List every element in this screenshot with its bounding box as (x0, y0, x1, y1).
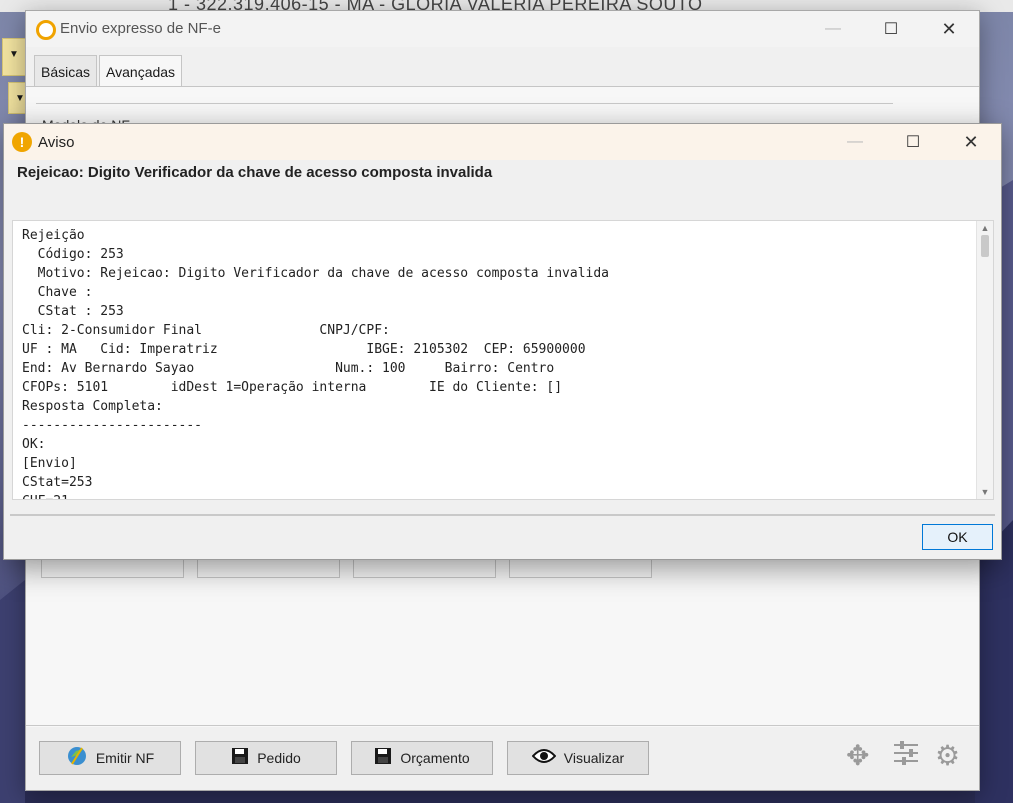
details-textarea[interactable]: Rejeição Código: 253 Motivo: Rejeicao: D… (12, 220, 994, 500)
eye-icon (531, 748, 557, 768)
main-title-bar: Envio expresso de NF-e — ☐ ✕ (26, 11, 979, 47)
dialog-close-button[interactable]: ✕ (942, 124, 1000, 160)
move-icon[interactable]: ✥ (846, 739, 869, 772)
orcamento-button[interactable]: Orçamento (351, 741, 493, 775)
dialog-message: Rejeicao: Digito Verificador da chave de… (17, 164, 493, 181)
visualizar-button[interactable]: Visualizar (507, 741, 649, 775)
tab-divider (26, 86, 979, 87)
minimize-button[interactable]: — (804, 11, 862, 47)
floppy-disk-icon (231, 747, 249, 769)
maximize-button[interactable]: ☐ (862, 11, 920, 47)
background-dropdown-button[interactable]: ▼ (2, 38, 26, 76)
dialog-divider (10, 514, 995, 516)
chevron-down-icon: ▼ (9, 49, 19, 60)
close-icon: ✕ (963, 131, 979, 152)
dialog-title-bar: ! Aviso — ☐ ✕ (4, 124, 1001, 160)
footer-divider (26, 725, 979, 726)
visualizar-label: Visualizar (563, 750, 625, 766)
details-text: Rejeição Código: 253 Motivo: Rejeicao: D… (22, 228, 609, 499)
emit-nf-icon (66, 745, 88, 771)
dialog-maximize-button[interactable]: ☐ (884, 124, 942, 160)
sliders-icon[interactable] (892, 739, 920, 774)
pedido-button[interactable]: Pedido (195, 741, 337, 775)
vertical-scrollbar[interactable]: ▲ ▼ (976, 221, 993, 499)
pedido-label: Pedido (257, 750, 301, 766)
hidden-field (353, 559, 496, 578)
floppy-disk-icon (374, 747, 392, 769)
orcamento-label: Orçamento (400, 750, 470, 766)
main-window-title: Envio expresso de NF-e (60, 20, 221, 37)
dialog-title: Aviso (38, 134, 75, 151)
scroll-thumb[interactable] (981, 235, 989, 257)
chevron-down-icon: ▼ (15, 93, 25, 104)
warning-icon: ! (12, 132, 32, 152)
gear-icon[interactable]: ⚙ (935, 739, 960, 772)
tab-bar: Básicas Avançadas (34, 55, 184, 87)
hidden-field (509, 559, 652, 578)
scroll-down-icon[interactable]: ▼ (977, 485, 993, 499)
hidden-field (197, 559, 340, 578)
app-icon (36, 20, 56, 40)
dialog-minimize-button[interactable]: — (826, 124, 884, 160)
scroll-up-icon[interactable]: ▲ (977, 221, 993, 235)
maximize-icon: ☐ (883, 21, 899, 38)
ok-button[interactable]: OK (922, 524, 993, 550)
tab-basicas[interactable]: Básicas (34, 55, 98, 87)
emitir-nf-button[interactable]: Emitir NF (39, 741, 181, 775)
close-icon: ✕ (941, 18, 957, 39)
close-button[interactable]: ✕ (920, 11, 978, 47)
tab-avancadas[interactable]: Avançadas (99, 55, 183, 87)
maximize-icon: ☐ (905, 134, 921, 151)
minimize-icon: — (825, 20, 841, 37)
minimize-icon: — (847, 133, 863, 150)
section-divider (36, 103, 893, 104)
background-dropdown-button-2[interactable]: ▼ (8, 82, 26, 114)
warning-dialog: ! Aviso — ☐ ✕ Rejeicao: Digito Verificad… (3, 123, 1002, 560)
emitir-nf-label: Emitir NF (95, 750, 155, 766)
hidden-field (41, 559, 184, 578)
